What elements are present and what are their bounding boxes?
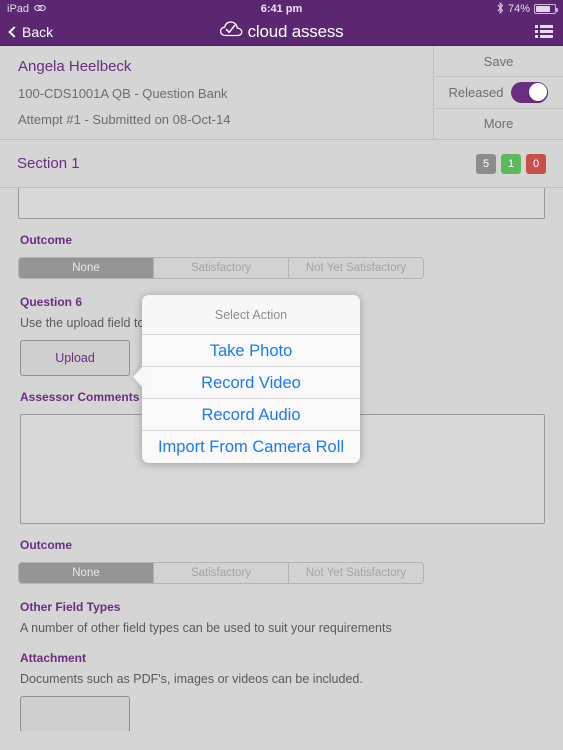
status-bar: iPad 6:41 pm 74% [0,0,563,18]
other-field-types-label: Other Field Types [20,600,121,614]
attempt-info: Attempt #1 - Submitted on 08-Oct-14 [18,112,231,127]
back-button[interactable]: Back [8,23,54,40]
nav-bar: Back cloud assess [0,18,563,46]
back-button-label: Back [22,23,54,40]
released-row[interactable]: Released [434,77,563,109]
popover-arrow [133,366,143,388]
cloud-check-logo [219,20,243,43]
outcome-option-none-2[interactable]: None [19,563,154,583]
attachment-text: Documents such as PDF's, images or video… [20,672,363,686]
popover-title: Select Action [142,295,360,335]
outcome-segmented-2: None Satisfactory Not Yet Satisfactory [18,562,424,584]
count-total: 5 [476,153,496,174]
device-name: iPad [7,3,30,15]
link-icon [34,3,46,16]
count-satisfactory: 1 [501,153,521,174]
bluetooth-icon [497,1,504,17]
course-name: 100-CDS1001A QB - Question Bank [18,86,228,101]
candidate-info: Angela Heelbeck 100-CDS1001A QB - Questi… [0,46,434,139]
clock: 6:41 pm [260,3,303,15]
count-not-yet-satisfactory: 0 [526,153,546,174]
outcome-option-not-yet-satisfactory-2[interactable]: Not Yet Satisfactory [289,563,423,583]
list-icon[interactable] [535,25,553,38]
outcome-option-satisfactory-2[interactable]: Satisfactory [154,563,289,583]
other-field-types-text: A number of other field types can be use… [20,621,392,635]
brand-title: cloud assess [247,21,344,41]
outcome-segmented-1: None Satisfactory Not Yet Satisfactory [18,257,424,279]
header-area: Angela Heelbeck 100-CDS1001A QB - Questi… [0,46,563,140]
popover-item-record-video[interactable]: Record Video [142,367,360,399]
header-actions: Save Released More [434,46,563,139]
app-root: iPad 6:41 pm 74% Back cloud assess Angel… [0,0,563,750]
outcome-label-2: Outcome [20,538,73,552]
more-button[interactable]: More [434,109,563,139]
outcome-option-none-1[interactable]: None [19,258,154,278]
section-badges: 5 1 0 [476,153,546,174]
popover-item-import-camera-roll[interactable]: Import From Camera Roll [142,431,360,463]
status-bar-left: iPad [7,3,46,16]
outcome-option-satisfactory-1[interactable]: Satisfactory [154,258,289,278]
candidate-name: Angela Heelbeck [18,58,132,75]
attachment-button[interactable] [20,696,130,731]
save-button[interactable]: Save [434,46,563,78]
battery-icon [534,4,558,14]
upload-button[interactable]: Upload [20,340,130,376]
status-bar-right: 74% [497,1,558,17]
outcome-label-1: Outcome [20,233,73,247]
select-action-popover: Select Action Take Photo Record Video Re… [142,295,360,463]
outcome-option-not-yet-satisfactory-1[interactable]: Not Yet Satisfactory [289,258,423,278]
section-title: Section 1 [17,155,80,172]
popover-item-record-audio[interactable]: Record Audio [142,399,360,431]
brand: cloud assess [0,20,563,43]
popover-item-take-photo[interactable]: Take Photo [142,335,360,367]
previous-answer-textarea[interactable] [18,188,545,219]
section-header[interactable]: Section 1 5 1 0 [0,140,563,188]
attachment-label: Attachment [20,651,87,665]
released-label: Released [448,84,504,100]
chevron-left-icon [8,25,20,38]
released-toggle[interactable] [511,81,549,103]
battery-percent: 74% [507,3,530,15]
